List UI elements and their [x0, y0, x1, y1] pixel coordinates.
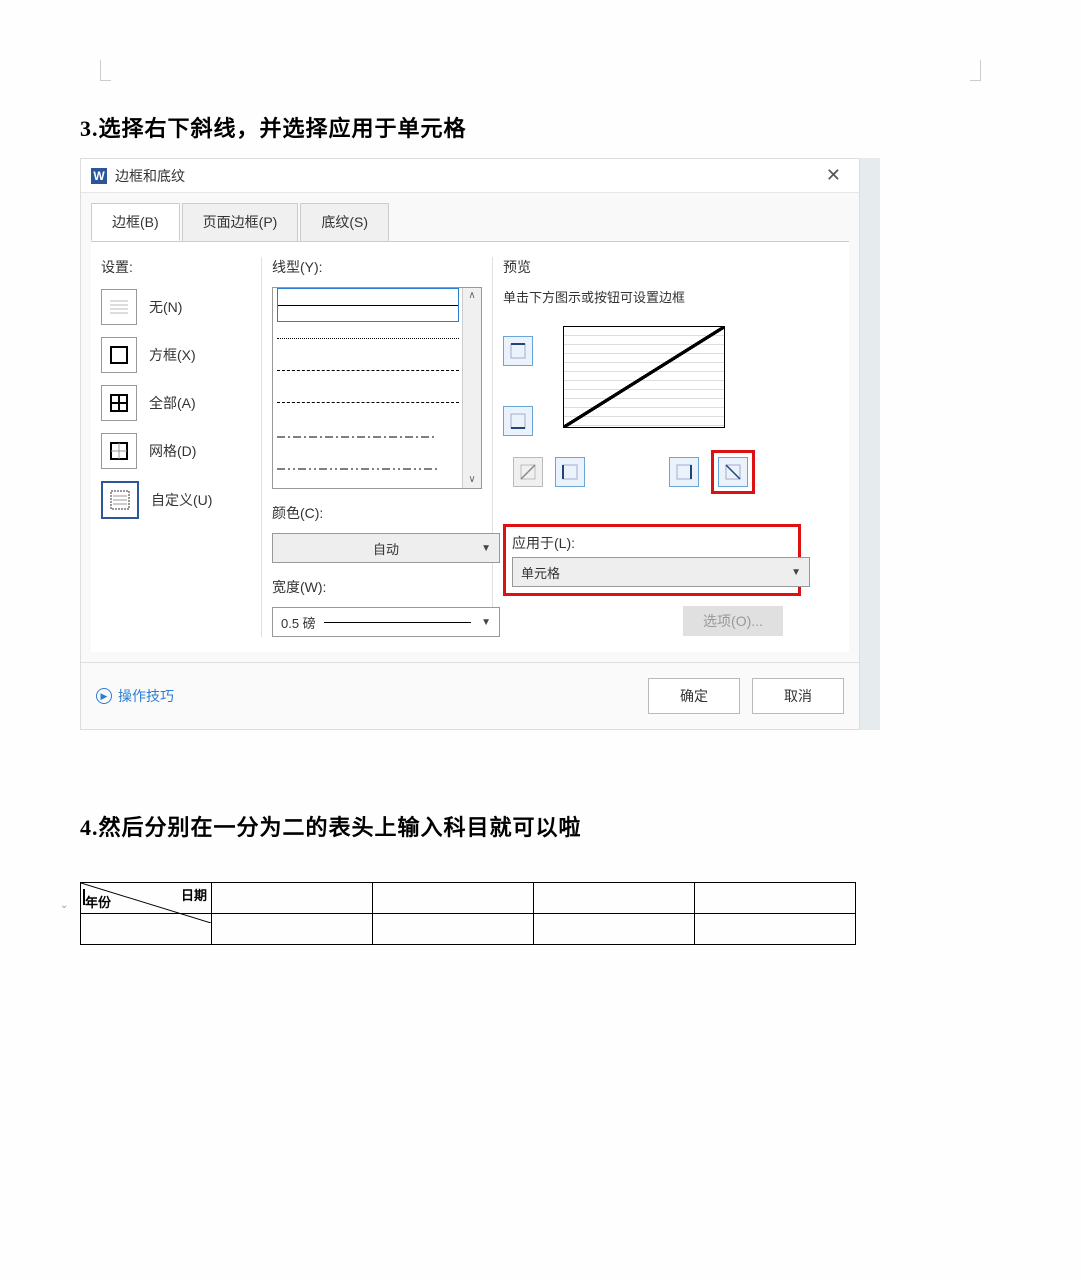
diag-header-tr: 日期	[181, 885, 207, 904]
width-label: 宽度(W):	[272, 577, 482, 597]
preview-diag-up-button[interactable]	[513, 457, 543, 487]
setting-none-label: 无(N)	[149, 297, 182, 317]
tips-link-label: 操作技巧	[118, 686, 174, 706]
grid-border-icon	[101, 433, 137, 469]
table-cell[interactable]	[373, 883, 534, 914]
line-column: 线型(Y): 颜色(C): 自动 宽度(W):	[262, 257, 493, 637]
applyto-combo[interactable]: 单元格	[512, 557, 810, 587]
result-table: 年份 日期	[80, 882, 856, 945]
close-icon[interactable]: ✕	[818, 165, 849, 186]
preview-bottom-border-button[interactable]	[503, 406, 533, 436]
dialog-titlebar: W 边框和底纹 ✕	[81, 159, 859, 193]
table-cell[interactable]	[695, 883, 856, 914]
ok-button-label: 确定	[680, 686, 708, 706]
color-combo[interactable]: 自动	[272, 533, 500, 563]
step3-heading: 3.选择右下斜线，并选择应用于单元格	[80, 111, 1001, 143]
linetype-label: 线型(Y):	[272, 257, 482, 277]
setting-custom[interactable]: 自定义(U)	[101, 481, 251, 519]
linetype-solid[interactable]	[277, 288, 459, 322]
color-value: 自动	[373, 539, 399, 558]
linetype-dotted-fine[interactable]	[277, 322, 459, 354]
setting-box[interactable]: 方框(X)	[101, 337, 251, 373]
page-corner-mark-tr	[970, 60, 981, 81]
width-combo[interactable]: 0.5 磅	[272, 607, 500, 637]
preview-top-border-button[interactable]	[503, 336, 533, 366]
table-cell[interactable]	[534, 914, 695, 945]
preview-label: 预览	[503, 257, 839, 277]
preview-column: 预览 单击下方图示或按钮可设置边框	[493, 257, 849, 637]
settings-column: 设置: 无(N) 方框(X)	[91, 257, 262, 637]
width-sample-line	[324, 622, 471, 623]
paragraph-mark-icon: ⌄	[60, 900, 68, 911]
preview-right-border-button[interactable]	[669, 457, 699, 487]
box-border-icon	[101, 337, 137, 373]
settings-label: 设置:	[101, 257, 251, 277]
table-cell[interactable]	[695, 914, 856, 945]
setting-box-label: 方框(X)	[149, 345, 196, 365]
scrollbar[interactable]	[462, 288, 481, 488]
preview-diag-down-button[interactable]	[718, 457, 748, 487]
table-cell[interactable]	[534, 883, 695, 914]
setting-grid[interactable]: 网格(D)	[101, 433, 251, 469]
diag-header-bl: 年份	[85, 892, 111, 911]
ok-button[interactable]: 确定	[648, 678, 740, 714]
linetype-dashed-1[interactable]	[277, 354, 459, 386]
diag-down-highlight	[711, 450, 755, 494]
width-value: 0.5 磅	[281, 613, 316, 632]
tab-border[interactable]: 边框(B)	[91, 203, 180, 241]
dialog-footer: ▶ 操作技巧 确定 取消	[81, 662, 859, 729]
applyto-highlight: 应用于(L): 单元格	[503, 524, 801, 596]
none-border-icon	[101, 289, 137, 325]
setting-all[interactable]: 全部(A)	[101, 385, 251, 421]
preview-cell-diagram	[563, 326, 725, 428]
tab-shading[interactable]: 底纹(S)	[300, 203, 389, 241]
custom-border-icon	[101, 481, 139, 519]
options-button-label: 选项(O)...	[703, 611, 763, 631]
step4-heading: 4.然后分别在一分为二的表头上输入科目就可以啦	[80, 810, 1001, 842]
applyto-value: 单元格	[521, 563, 560, 582]
dialog-title: 边框和底纹	[115, 166, 818, 186]
preview-hint: 单击下方图示或按钮可设置边框	[503, 287, 839, 306]
word-app-icon: W	[91, 168, 107, 184]
preview-left-border-button[interactable]	[555, 457, 585, 487]
setting-custom-label: 自定义(U)	[151, 490, 212, 510]
tips-link[interactable]: ▶ 操作技巧	[96, 686, 174, 706]
color-label: 颜色(C):	[272, 503, 482, 523]
linetype-dashed-2[interactable]	[277, 386, 459, 418]
page-corner-mark-tl	[100, 60, 111, 81]
setting-none[interactable]: 无(N)	[101, 289, 251, 325]
linetype-listbox[interactable]	[272, 287, 482, 489]
play-icon: ▶	[96, 688, 112, 704]
dialog-right-edge	[860, 158, 880, 730]
setting-grid-label: 网格(D)	[149, 441, 196, 461]
options-button: 选项(O)...	[683, 606, 783, 636]
table-cell[interactable]	[212, 914, 373, 945]
linetype-dashdotdot[interactable]	[277, 450, 459, 482]
applyto-label: 应用于(L):	[512, 533, 792, 553]
cancel-button-label: 取消	[784, 686, 812, 706]
diagonal-header-cell[interactable]: 年份 日期	[81, 883, 212, 914]
cancel-button[interactable]: 取消	[752, 678, 844, 714]
dialog-tabs: 边框(B) 页面边框(P) 底纹(S)	[81, 193, 859, 241]
borders-shading-dialog: W 边框和底纹 ✕ 边框(B) 页面边框(P) 底纹(S) 设置:	[80, 158, 860, 730]
table-cell[interactable]	[373, 914, 534, 945]
linetype-dashdot[interactable]	[277, 418, 459, 450]
all-border-icon	[101, 385, 137, 421]
tab-page-border[interactable]: 页面边框(P)	[182, 203, 299, 241]
table-cell[interactable]	[212, 883, 373, 914]
setting-all-label: 全部(A)	[149, 393, 196, 413]
table-row: 年份 日期	[81, 883, 856, 914]
